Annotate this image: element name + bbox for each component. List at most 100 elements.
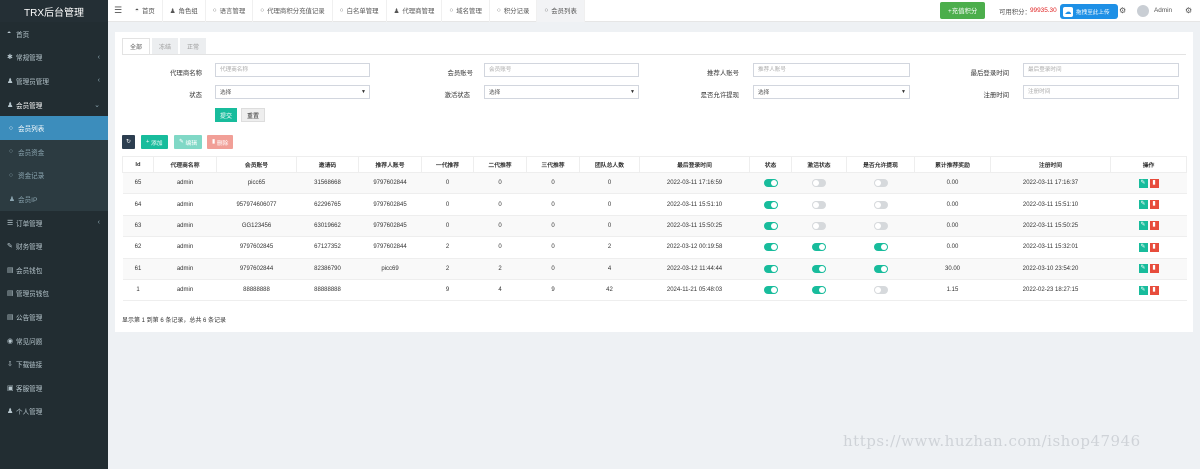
submenu-item-3[interactable]: ♟ 会员IP bbox=[0, 187, 108, 211]
row-edit-button[interactable]: ✎ bbox=[1138, 178, 1148, 188]
upload-label: 拖拽至此上传 bbox=[1076, 9, 1110, 16]
top-tab-6[interactable]: ○ 域名管理 bbox=[442, 0, 490, 22]
recharge-points-button[interactable]: +充值积分 bbox=[940, 2, 986, 19]
referrer-input[interactable] bbox=[753, 63, 910, 77]
row-delete-button[interactable]: ▮ bbox=[1149, 221, 1159, 231]
cell-g2: 2 bbox=[473, 257, 527, 280]
sidebar-item-7[interactable]: ▤ 管理员钱包 bbox=[0, 282, 108, 306]
top-tab-5[interactable]: ♟ 代理商管理 bbox=[387, 0, 443, 22]
top-tab-0[interactable]: ◓ 首页 bbox=[128, 0, 163, 22]
sidebar-item-5[interactable]: ✎ 财务管理 bbox=[0, 234, 108, 258]
reg-time-input[interactable] bbox=[1023, 85, 1179, 99]
edit-button[interactable]: ✎ 编辑 bbox=[174, 135, 203, 149]
row-delete-button[interactable]: ▮ bbox=[1149, 264, 1159, 274]
status-toggle[interactable] bbox=[763, 264, 778, 273]
status-toggle[interactable] bbox=[763, 179, 778, 188]
cell-withdraw bbox=[846, 236, 915, 259]
submit-button[interactable]: 提交 bbox=[215, 108, 238, 122]
agent-input[interactable] bbox=[215, 63, 370, 77]
table-row: 62 admin 9797602845 67127352 9797602844 2 0 0 2 2… bbox=[122, 236, 1187, 259]
table-row: 65 admin picc65 31568668 9797602844 0 0 0 0 2022-… bbox=[122, 171, 1187, 195]
sidebar-item-11[interactable]: ▣ 客服管理 bbox=[0, 376, 108, 400]
top-tab-1[interactable]: ♟ 角色组 bbox=[163, 0, 206, 22]
status-toggle[interactable] bbox=[763, 200, 778, 209]
sidebar-item-4[interactable]: ☰ 订单管理 ‹ bbox=[0, 211, 108, 235]
cell-team: 2 bbox=[579, 236, 640, 259]
withdraw-toggle[interactable] bbox=[873, 179, 888, 188]
top-tab-7[interactable]: ○ 积分记录 bbox=[490, 0, 538, 22]
upload-drop-badge[interactable]: ☁ 拖拽至此上传 bbox=[1060, 4, 1118, 19]
top-tab-8[interactable]: ○ 会员列表 bbox=[537, 0, 585, 22]
activate-select-value: 选择 bbox=[489, 90, 501, 96]
sidebar-item-3[interactable]: ♟ 会员管理 ⌄ bbox=[0, 93, 108, 117]
active-toggle[interactable] bbox=[812, 200, 826, 209]
avatar[interactable] bbox=[1137, 5, 1149, 17]
sidebar-item-10[interactable]: ⇩ 下载链接 bbox=[0, 352, 108, 376]
activate-select[interactable]: 选择 ▼ bbox=[484, 85, 639, 99]
submenu-item-0[interactable]: ○ 会员列表 bbox=[0, 116, 108, 140]
row-delete-button[interactable]: ▮ bbox=[1149, 242, 1159, 252]
gear-icon[interactable]: ⚙ bbox=[1185, 6, 1192, 15]
filter-tab-2[interactable]: 正常 bbox=[180, 38, 207, 54]
cell-active bbox=[791, 171, 847, 195]
menu-toggle-icon[interactable]: ☰ bbox=[108, 5, 128, 16]
add-button[interactable]: + 添加 bbox=[141, 135, 168, 149]
cell-reg: 2022-02-23 18:27:15 bbox=[990, 278, 1111, 302]
withdraw-toggle[interactable] bbox=[873, 286, 888, 295]
withdraw-toggle[interactable] bbox=[873, 200, 888, 209]
status-select[interactable]: 选择 ▼ bbox=[215, 85, 370, 99]
reset-button[interactable]: 重置 bbox=[241, 108, 266, 122]
active-toggle[interactable] bbox=[812, 179, 826, 188]
row-edit-button[interactable]: ✎ bbox=[1138, 221, 1148, 231]
row-edit-button[interactable]: ✎ bbox=[1138, 285, 1148, 295]
active-toggle[interactable] bbox=[812, 221, 826, 230]
refresh-button[interactable]: ↻ bbox=[122, 135, 135, 149]
row-delete-button[interactable]: ▮ bbox=[1149, 200, 1159, 210]
withdraw-select[interactable]: 选择 ▼ bbox=[753, 85, 910, 99]
top-tab-3[interactable]: ○ 代理商积分充值记录 bbox=[253, 0, 333, 22]
sidebar-item-9[interactable]: ◉ 常见问题 bbox=[0, 329, 108, 353]
cell-agent: admin bbox=[153, 236, 217, 259]
row-edit-button[interactable]: ✎ bbox=[1138, 242, 1148, 252]
top-tab-4[interactable]: ○ 白名单管理 bbox=[333, 0, 387, 22]
sidebar-item-12[interactable]: ♟ 个人管理 bbox=[0, 400, 108, 424]
filter-tab-1[interactable]: 冻结 bbox=[152, 38, 179, 54]
active-toggle[interactable] bbox=[812, 264, 826, 273]
row-delete-button[interactable]: ▮ bbox=[1149, 285, 1159, 295]
account-input[interactable] bbox=[484, 63, 639, 77]
submenu-item-2[interactable]: ○ 资金记录 bbox=[0, 164, 108, 188]
status-label: 状态 bbox=[189, 92, 202, 99]
last-login-input[interactable] bbox=[1023, 63, 1179, 77]
status-toggle[interactable] bbox=[763, 221, 778, 230]
sidebar-item-1[interactable]: ✱ 常规管理 ‹ bbox=[0, 46, 108, 70]
submenu-item-1[interactable]: ○ 会员资金 bbox=[0, 140, 108, 164]
filter-tab-0[interactable]: 全部 bbox=[122, 38, 151, 54]
sidebar-item-0[interactable]: ◓ 首页 bbox=[0, 22, 108, 46]
column-header: 状态 bbox=[749, 156, 792, 173]
table-row: 64 admin 957974606077 62296765 9797602845 0 0 0… bbox=[122, 193, 1187, 216]
status-toggle[interactable] bbox=[763, 243, 778, 252]
app-title: TRX后台管理 bbox=[0, 0, 108, 22]
top-tab-2[interactable]: ○ 语言管理 bbox=[206, 0, 254, 22]
row-edit-button[interactable]: ✎ bbox=[1138, 264, 1148, 274]
withdraw-toggle[interactable] bbox=[873, 264, 888, 273]
table-row: 1 admin 88888888 88888888 9 4 9 42 2024-11-21 05… bbox=[122, 278, 1187, 302]
active-toggle[interactable] bbox=[812, 243, 826, 252]
cell-active bbox=[791, 193, 847, 216]
row-edit-button[interactable]: ✎ bbox=[1138, 200, 1148, 210]
cell-last: 2022-03-11 15:50:25 bbox=[639, 214, 750, 238]
sidebar-item-2[interactable]: ♟ 管理员管理 ‹ bbox=[0, 69, 108, 93]
active-toggle[interactable] bbox=[812, 286, 826, 295]
admin-name[interactable]: Admin bbox=[1154, 7, 1172, 14]
sidebar-item-8[interactable]: ▤ 公告管理 bbox=[0, 305, 108, 329]
row-delete-button[interactable]: ▮ bbox=[1149, 178, 1159, 188]
cell-withdraw bbox=[846, 171, 915, 195]
column-header: 邀请码 bbox=[296, 156, 359, 173]
status-toggle[interactable] bbox=[763, 286, 778, 295]
withdraw-toggle[interactable] bbox=[873, 221, 888, 230]
sidebar-item-6[interactable]: ▤ 会员钱包 bbox=[0, 258, 108, 282]
withdraw-toggle[interactable] bbox=[873, 243, 888, 252]
points-value: 99935.30 bbox=[1030, 7, 1057, 14]
delete-button[interactable]: ▮ 删除 bbox=[207, 135, 234, 149]
share-icon[interactable]: ⚙ bbox=[1119, 6, 1126, 15]
